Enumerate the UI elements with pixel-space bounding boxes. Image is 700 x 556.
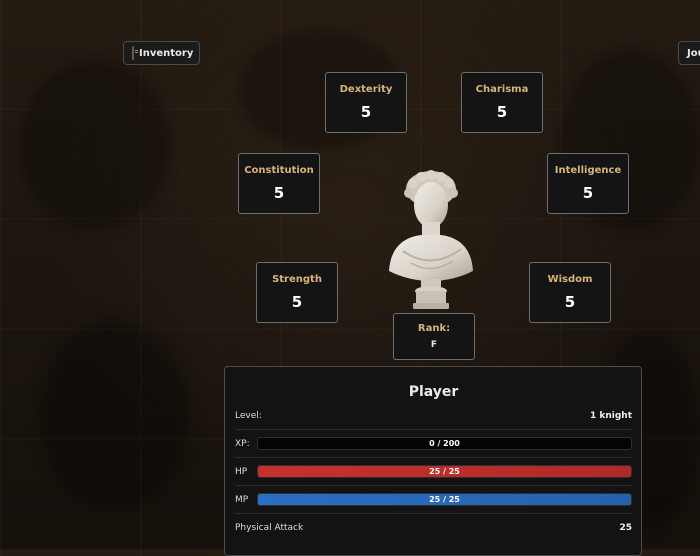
stat-constitution[interactable]: Constitution 5 xyxy=(238,153,320,214)
stat-value: 5 xyxy=(564,293,576,311)
level-value: 1 knight xyxy=(589,410,632,421)
stat-value: 5 xyxy=(291,293,303,311)
stat-wisdom[interactable]: Wisdom 5 xyxy=(529,262,611,323)
hp-bar: 25 / 25 xyxy=(257,465,632,478)
physical-attack-label: Physical Attack xyxy=(235,522,304,533)
player-title: Player xyxy=(408,384,459,400)
physical-attack-row: Physical Attack 25 xyxy=(235,514,632,541)
rank-value: F xyxy=(430,340,438,350)
inventory-button[interactable]: Inventory xyxy=(123,41,200,65)
stat-dexterity[interactable]: Dexterity 5 xyxy=(325,72,407,133)
background-art xyxy=(40,320,190,510)
stat-value: 5 xyxy=(496,103,508,121)
stat-label: Dexterity xyxy=(339,84,393,95)
hp-label: HP xyxy=(235,466,248,477)
mp-bar-text: 25 / 25 xyxy=(429,495,460,504)
physical-attack-value: 25 xyxy=(619,522,632,533)
player-panel: Player Level: 1 knight XP: 0 / 200 HP 25… xyxy=(224,366,642,556)
xp-row: XP: 0 / 200 xyxy=(235,430,632,458)
rank-label: Rank: xyxy=(417,323,451,334)
character-bust xyxy=(389,170,473,309)
stat-label: Strength xyxy=(272,274,322,285)
stat-value: 5 xyxy=(273,184,285,202)
hp-row: HP 25 / 25 xyxy=(235,458,632,486)
journal-button-label: Jou xyxy=(687,47,700,59)
stat-label: Wisdom xyxy=(547,274,593,285)
xp-label: XP: xyxy=(235,438,250,449)
level-label: Level: xyxy=(235,410,262,421)
xp-bar-text: 0 / 200 xyxy=(429,439,460,448)
stat-intelligence[interactable]: Intelligence 5 xyxy=(547,153,629,214)
mp-bar: 25 / 25 xyxy=(257,493,632,506)
journal-button[interactable]: Jou xyxy=(678,41,700,65)
stat-charisma[interactable]: Charisma 5 xyxy=(461,72,543,133)
stat-label: Charisma xyxy=(475,84,529,95)
stat-value: 5 xyxy=(360,103,372,121)
stat-value: 5 xyxy=(582,184,594,202)
stat-label: Intelligence xyxy=(554,165,622,176)
rank-box: Rank: F xyxy=(393,313,475,360)
stat-strength[interactable]: Strength 5 xyxy=(256,262,338,323)
stat-label: Constitution xyxy=(244,165,314,176)
book-icon xyxy=(132,46,138,60)
inventory-button-label: Inventory xyxy=(139,47,194,59)
mp-label: MP xyxy=(235,494,249,505)
hp-bar-text: 25 / 25 xyxy=(429,467,460,476)
xp-bar: 0 / 200 xyxy=(257,437,632,450)
background-art xyxy=(20,60,170,230)
mp-row: MP 25 / 25 xyxy=(235,486,632,514)
level-row: Level: 1 knight xyxy=(235,402,632,430)
